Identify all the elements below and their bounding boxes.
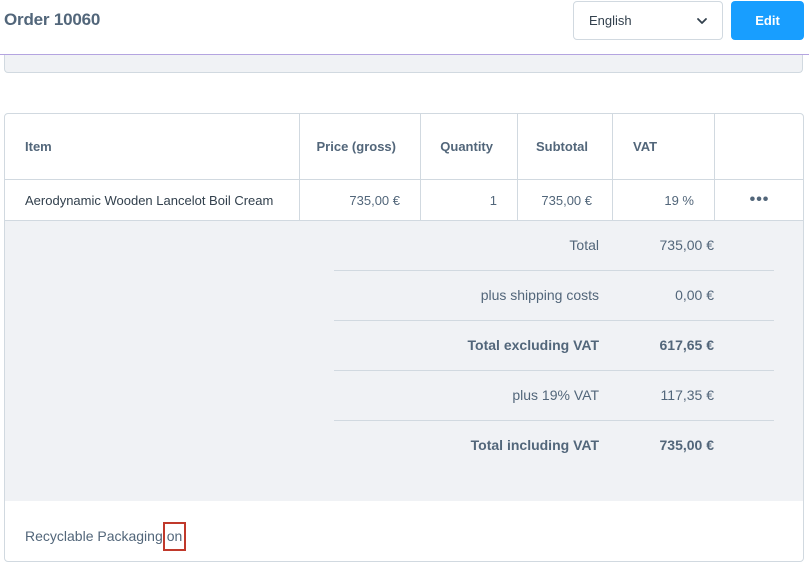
cell-item: Aerodynamic Wooden Lancelot Boil Cream: [5, 179, 300, 221]
custom-field-value: on: [162, 522, 187, 551]
cell-price: 735,00 €: [299, 179, 421, 221]
page-header: Order 10060 English Edit: [0, 0, 809, 55]
column-header-item[interactable]: Item: [5, 114, 300, 180]
cell-subtotal: 735,00 €: [517, 179, 613, 221]
order-line-items-card: Item Price (gross) Quantity Subtotal VAT…: [4, 113, 804, 562]
summary-label: plus shipping costs: [480, 287, 599, 303]
summary-label: Total: [569, 237, 599, 253]
summary-label: Total excluding VAT: [467, 337, 599, 353]
chevron-down-icon: [697, 18, 707, 24]
summary-value: 0,00 €: [675, 287, 714, 303]
custom-field-label: Recyclable Packaging: [25, 528, 163, 544]
summary-label: plus 19% VAT: [512, 387, 599, 403]
row-actions-menu[interactable]: •••: [714, 179, 803, 221]
summary-label: Total including VAT: [470, 437, 599, 453]
cell-vat: 19 %: [612, 179, 715, 221]
column-header-quantity[interactable]: Quantity: [420, 114, 518, 180]
page-title: Order 10060: [4, 10, 101, 29]
custom-field-recyclable-packaging: Recyclable Packaging on: [25, 522, 187, 551]
summary-row-net: Total excluding VAT 617,65 €: [334, 321, 774, 371]
column-header-actions: [714, 114, 803, 180]
summary-row-vat: plus 19% VAT 117,35 €: [334, 371, 774, 421]
cell-quantity: 1: [420, 179, 518, 221]
order-summary: Total 735,00 € plus shipping costs 0,00 …: [5, 221, 803, 501]
table-header-row: Item Price (gross) Quantity Subtotal VAT: [5, 114, 803, 180]
column-header-vat[interactable]: VAT: [612, 114, 715, 180]
summary-value: 617,65 €: [659, 337, 715, 353]
summary-row-total: Total 735,00 €: [334, 221, 774, 271]
language-select-value: English: [589, 13, 632, 28]
summary-value: 117,35 €: [660, 387, 714, 403]
summary-row-gross: Total including VAT 735,00 €: [334, 421, 774, 471]
table-row: Aerodynamic Wooden Lancelot Boil Cream 7…: [5, 179, 803, 221]
column-header-subtotal[interactable]: Subtotal: [517, 114, 613, 180]
summary-value: 735,00 €: [659, 237, 715, 253]
summary-value: 735,00 €: [659, 437, 715, 453]
column-header-price[interactable]: Price (gross): [299, 114, 421, 180]
summary-row-shipping: plus shipping costs 0,00 €: [334, 271, 774, 321]
collapsed-panel: [4, 55, 803, 73]
line-items-table: Item Price (gross) Quantity Subtotal VAT…: [5, 114, 803, 221]
language-select[interactable]: English: [573, 1, 723, 40]
edit-button[interactable]: Edit: [731, 1, 804, 40]
